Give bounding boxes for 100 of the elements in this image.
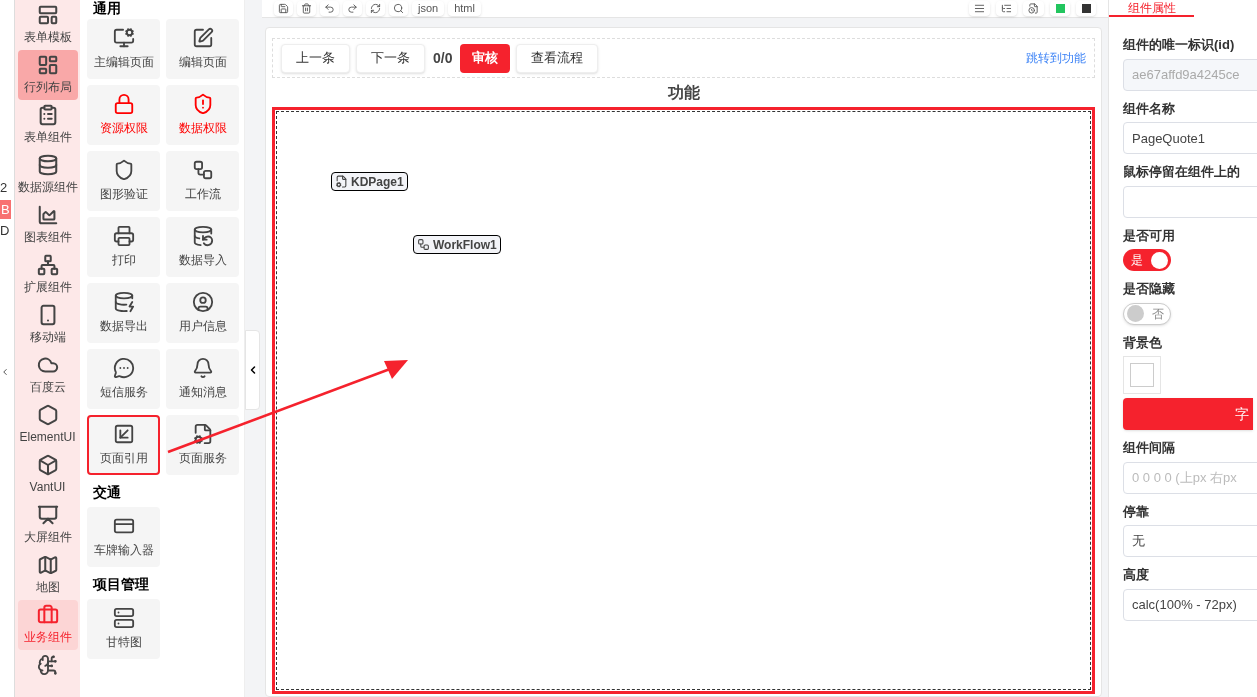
category-item[interactable]: 扩展组件 [17, 250, 78, 300]
field-label: 停靠 [1123, 502, 1150, 521]
record-counter: 0/0 [432, 48, 454, 68]
hierarchy-icon [36, 254, 59, 276]
component-card[interactable]: 资源权限 [87, 85, 160, 145]
toggle-switch[interactable]: 是 [1123, 249, 1171, 271]
cut-text: 2 [0, 179, 8, 197]
cut-text: D [0, 222, 10, 240]
toolbar-button[interactable] [320, 1, 339, 16]
undo-icon [324, 3, 335, 14]
section-title: 通用 [92, 0, 122, 18]
file-clock-icon [1028, 3, 1039, 14]
component-card[interactable]: 车牌输入器 [87, 507, 160, 567]
jump-link[interactable]: 跳转到功能 [1026, 49, 1086, 67]
category-item[interactable]: 地图 [17, 550, 78, 600]
delete-icon [301, 3, 312, 14]
database-icon [191, 225, 214, 247]
color-button[interactable] [1076, 1, 1096, 16]
flow-icon [417, 238, 430, 251]
text-field[interactable]: 无 [1123, 525, 1257, 557]
toolbar-button[interactable]: html [448, 1, 481, 16]
action-button[interactable]: 上一条 [281, 43, 350, 73]
field-label: 鼠标停留在组件上的 [1123, 163, 1241, 181]
text-field[interactable]: calc(100% - 72px) [1123, 588, 1257, 621]
toolbar-button[interactable] [297, 1, 316, 16]
brain-icon[interactable] [36, 654, 59, 676]
toolbar-button[interactable] [996, 1, 1017, 16]
component-card[interactable]: 通知消息 [166, 349, 239, 409]
refresh-icon [370, 3, 381, 14]
canvas-node[interactable]: KDPage1 [331, 172, 408, 191]
toolbar-button[interactable] [1023, 1, 1044, 16]
component-card[interactable]: 页面服务 [166, 415, 239, 475]
return-icon [112, 423, 135, 445]
component-card[interactable]: 工作流 [166, 151, 239, 211]
flow-icon [191, 159, 214, 181]
cut-text: B [0, 199, 11, 219]
review-button[interactable]: 审核 [460, 43, 511, 73]
file-gear-icon [191, 423, 214, 445]
action-button[interactable]: 查看流程 [516, 43, 599, 73]
component-card[interactable]: 主编辑页面 [87, 19, 160, 79]
action-button[interactable]: 下一条 [356, 43, 425, 73]
edit-icon [191, 27, 214, 49]
hexagon-icon [36, 404, 59, 426]
component-card[interactable]: 数据导入 [166, 217, 239, 277]
category-item[interactable]: 行列布局 [17, 50, 78, 100]
field-label: 高度 [1123, 566, 1150, 584]
category-item[interactable]: VantUI [17, 450, 78, 500]
text-field[interactable]: 0 0 0 0 (上px 右px [1123, 461, 1257, 494]
component-card[interactable]: 编辑页面 [166, 19, 239, 79]
category-item[interactable]: ElementUI [17, 400, 78, 450]
font-button[interactable]: 字 [1123, 398, 1253, 430]
toolbar-button[interactable] [389, 1, 408, 16]
component-card[interactable]: 用户信息 [166, 283, 239, 343]
category-item[interactable]: 移动端 [17, 300, 78, 350]
lock-icon [112, 93, 135, 115]
category-item[interactable]: 图表组件 [17, 200, 78, 250]
category-item[interactable]: 表单模板 [17, 0, 78, 50]
cube-icon [36, 454, 59, 476]
search-icon [393, 3, 404, 14]
field-label: 组件名称 [1123, 99, 1176, 118]
toolbar-button[interactable] [969, 1, 990, 16]
category-item[interactable]: 百度云 [17, 350, 78, 400]
component-card[interactable]: 打印 [87, 217, 160, 277]
field-label: 组件的唯一标识(id) [1123, 36, 1236, 54]
color-picker[interactable] [1123, 356, 1161, 394]
component-card[interactable]: 页面引用 [87, 415, 160, 475]
category-item[interactable]: 表单组件 [17, 100, 78, 150]
component-card[interactable]: 甘特图 [87, 599, 160, 659]
layout-icon [36, 54, 59, 76]
database-icon [36, 154, 59, 176]
screen-chart-icon [36, 504, 59, 526]
field-label: 背景色 [1123, 333, 1163, 352]
color-button[interactable] [1050, 1, 1070, 16]
monitor-icon [112, 27, 135, 49]
component-card[interactable]: 图形验证 [87, 151, 160, 211]
canvas-node[interactable]: WorkFlow1 [413, 235, 501, 254]
category-item[interactable]: 大屏组件 [17, 500, 78, 550]
canvas-title: 功能 [666, 83, 701, 103]
text-field[interactable]: PageQuote1 [1123, 122, 1257, 154]
template-icon [36, 4, 59, 26]
category-item[interactable]: 数据源组件 [17, 150, 78, 200]
field-label: 是否可用 [1123, 226, 1176, 245]
redo-icon [347, 3, 358, 14]
toolbar-button[interactable]: json [412, 1, 445, 16]
toggle-switch[interactable]: 否 [1123, 302, 1171, 325]
user-icon [191, 291, 214, 313]
component-card[interactable]: 数据导出 [87, 283, 160, 343]
toolbar-button[interactable] [366, 1, 385, 16]
text-field[interactable] [1123, 185, 1257, 218]
component-card[interactable]: 短信服务 [87, 349, 160, 409]
properties-tab[interactable]: 组件属性 [1109, 0, 1194, 17]
list-icon [974, 3, 985, 14]
chat-icon [112, 357, 135, 379]
toolbar-button[interactable] [274, 1, 293, 16]
toolbar-button[interactable] [343, 1, 362, 16]
printer-icon [112, 225, 135, 247]
component-card[interactable]: 数据权限 [166, 85, 239, 145]
collapse-handle[interactable] [245, 330, 260, 410]
map-icon [36, 554, 59, 576]
tree-icon [1001, 3, 1012, 14]
